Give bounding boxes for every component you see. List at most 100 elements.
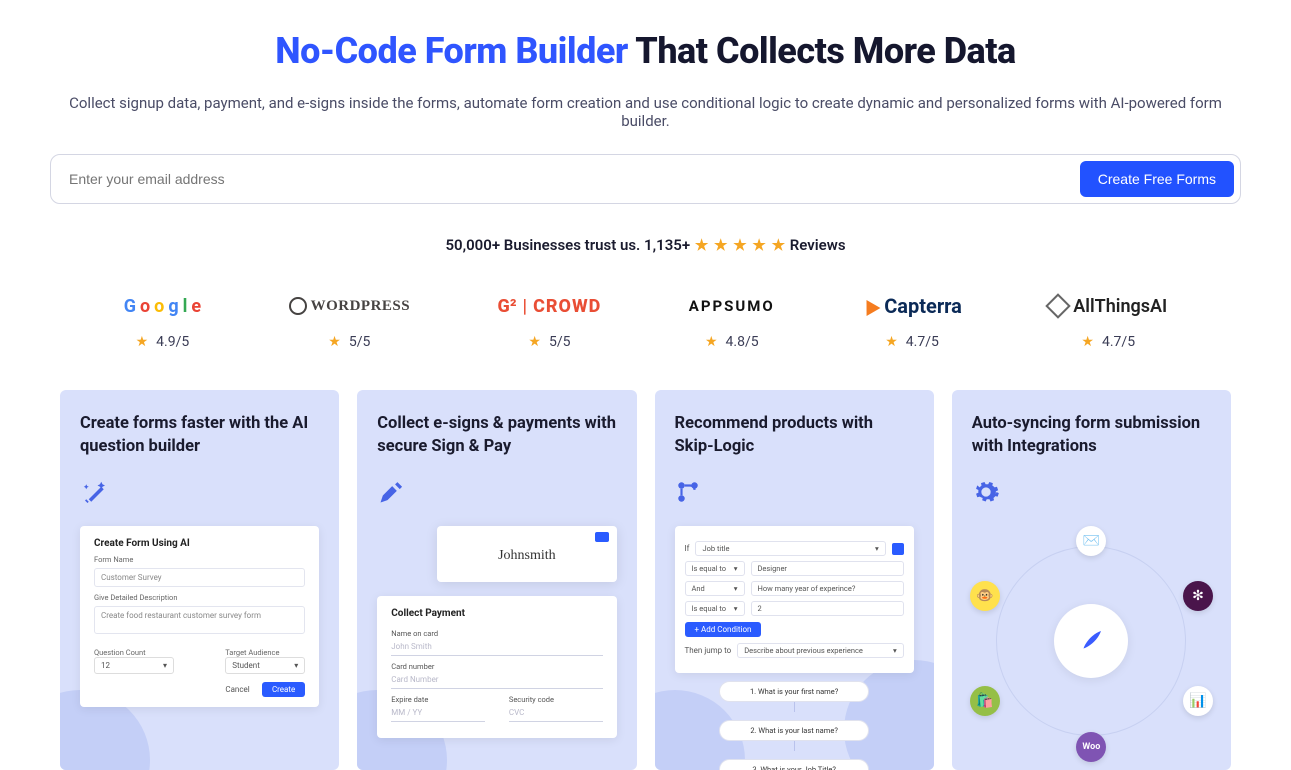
card-title: Recommend products with Skip-Logic: [675, 412, 914, 458]
ai-form-panel: Create Form Using AI Form Name Customer …: [80, 526, 319, 707]
rating-g2crowd: G²|CROWD ★5/5: [498, 294, 602, 350]
rating-score: ★5/5: [328, 334, 370, 350]
feature-cards: Create forms faster with the AI question…: [60, 390, 1231, 770]
wordpress-logo: WORDPRESS: [289, 294, 411, 318]
rating-allthingsai: AllThingsAI ★4.7/5: [1049, 294, 1167, 350]
integration-node: 📊: [1183, 686, 1213, 716]
allthingsai-icon: [1046, 293, 1071, 318]
star-icon: ★: [705, 334, 718, 350]
create-forms-button[interactable]: Create Free Forms: [1080, 161, 1234, 197]
card-ai-builder: Create forms faster with the AI question…: [60, 390, 339, 770]
remove-icon: [892, 543, 904, 555]
capterra-logo: Capterra: [862, 294, 962, 318]
desc-value: Create food restaurant customer survey f…: [94, 606, 305, 634]
add-condition-btn: + Add Condition: [685, 622, 762, 637]
if-label: If: [685, 544, 690, 553]
cvc-label: Security code: [509, 695, 603, 704]
rating-capterra: Capterra ★4.7/5: [862, 294, 962, 350]
rating-wordpress: WORDPRESS ★5/5: [289, 294, 411, 350]
card-sign-pay: Collect e-signs & payments with secure S…: [357, 390, 636, 770]
signature-text: Johnsmith: [498, 548, 556, 563]
rating-appsumo: APPSUMO ★4.8/5: [689, 294, 775, 350]
integration-node: ✉️: [1076, 526, 1106, 556]
rating-score: ★4.7/5: [1081, 334, 1135, 350]
hero-title-rest: That Collects More Data: [628, 30, 1016, 72]
val-select: Designer: [751, 561, 904, 576]
star-icon: ★: [752, 236, 765, 254]
capterra-icon: [860, 296, 881, 316]
signup-form: Create Free Forms: [50, 154, 1241, 204]
google-logo: Google: [124, 294, 201, 318]
trust-line: 50,000+ Businesses trust us. 1,135+ ★ ★ …: [50, 236, 1241, 254]
create-btn: Create: [262, 682, 305, 697]
rating-score: ★5/5: [528, 334, 570, 350]
rating-google: Google ★4.9/5: [124, 294, 201, 350]
cancel-btn: Cancel: [215, 682, 259, 697]
rating-score: ★4.8/5: [705, 334, 759, 350]
card-skip-logic: Recommend products with Skip-Logic If Jo…: [655, 390, 934, 770]
rating-score: ★4.7/5: [885, 334, 939, 350]
star-icon: ★: [695, 236, 708, 254]
signature-preview: Johnsmith: [437, 526, 616, 582]
count-label: Question Count: [94, 648, 174, 657]
hero-title-accent: No-Code Form Builder: [275, 30, 628, 72]
card-title: Collect e-signs & payments with secure S…: [377, 412, 616, 458]
op-select: Is equal to▾: [685, 561, 745, 576]
desc-label: Give Detailed Description: [94, 593, 305, 602]
appsumo-logo: APPSUMO: [689, 294, 775, 318]
integration-node: 🐵: [970, 581, 1000, 611]
name-value: John Smith: [391, 638, 602, 656]
card-title: Create forms faster with the AI question…: [80, 412, 319, 458]
wordpress-icon: [289, 297, 307, 315]
hero-subtitle: Collect signup data, payment, and e-sign…: [50, 94, 1241, 130]
email-input[interactable]: [57, 161, 1080, 197]
logic-panel: If Job title▾ Is equal to▾ Designer And▾…: [675, 526, 914, 673]
integration-node: 🛍️: [970, 686, 1000, 716]
cvc-value: CVC: [509, 704, 603, 722]
branch-icon: [675, 478, 914, 508]
question-pill: 1. What is your first name?: [719, 681, 869, 702]
integration-node: ✻: [1183, 581, 1213, 611]
aud-label: Target Audience: [225, 648, 305, 657]
card-integrations: Auto-syncing form submission with Integr…: [952, 390, 1231, 770]
hero-title: No-Code Form Builder That Collects More …: [50, 30, 1241, 72]
star-icon: ★: [885, 334, 898, 350]
payment-panel: Collect Payment Name on card John Smith …: [377, 596, 616, 738]
panel-header: Collect Payment: [391, 608, 602, 619]
trust-prefix: 50,000+ Businesses trust us. 1,135+: [445, 236, 693, 254]
then-select: Describe about previous experience▾: [737, 643, 904, 658]
pen-nib-icon: [377, 478, 616, 508]
card-value: Card Number: [391, 671, 602, 689]
trust-suffix: Reviews: [790, 236, 846, 254]
and-select: And▾: [685, 581, 745, 596]
star-icon: ★: [328, 334, 341, 350]
card-title: Auto-syncing form submission with Integr…: [972, 412, 1211, 458]
star-icon: ★: [528, 334, 541, 350]
op2-select: Is equal to▾: [685, 601, 745, 616]
rating-score: ★4.9/5: [136, 334, 190, 350]
connector-line: [794, 702, 795, 712]
integration-node: Woo: [1076, 732, 1106, 762]
val2-select: 2: [751, 601, 904, 616]
field-select: Job title▾: [695, 541, 885, 556]
name-label: Name on card: [391, 629, 602, 638]
magic-wand-icon: [80, 478, 319, 508]
question-pill: 2. What is your last name?: [719, 720, 869, 741]
panel-header: Create Form Using AI: [94, 538, 305, 549]
aud-select: Student▾: [225, 657, 305, 674]
star-icon: ★: [714, 236, 727, 254]
integrations-diagram: ✉️ 🐵 ✻ 🛍️ 📊 Woo: [972, 526, 1211, 756]
decor-blob: [844, 660, 934, 770]
star-icon: ★: [1081, 334, 1094, 350]
star-icon: ★: [136, 334, 149, 350]
gear-icon: [972, 478, 1211, 508]
star-icon: ★: [733, 236, 746, 254]
question-pill: 3. What is your Job Title?: [719, 759, 869, 770]
allthingsai-logo: AllThingsAI: [1049, 294, 1167, 318]
ratings-row: Google ★4.9/5 WORDPRESS ★5/5 G²|CROWD ★5…: [80, 294, 1211, 350]
sig-tag-icon: [595, 532, 609, 542]
hub-icon: [1054, 604, 1128, 678]
exp-value: MM / YY: [391, 704, 485, 722]
then-label: Then jump to: [685, 646, 732, 655]
card-label: Card number: [391, 662, 602, 671]
